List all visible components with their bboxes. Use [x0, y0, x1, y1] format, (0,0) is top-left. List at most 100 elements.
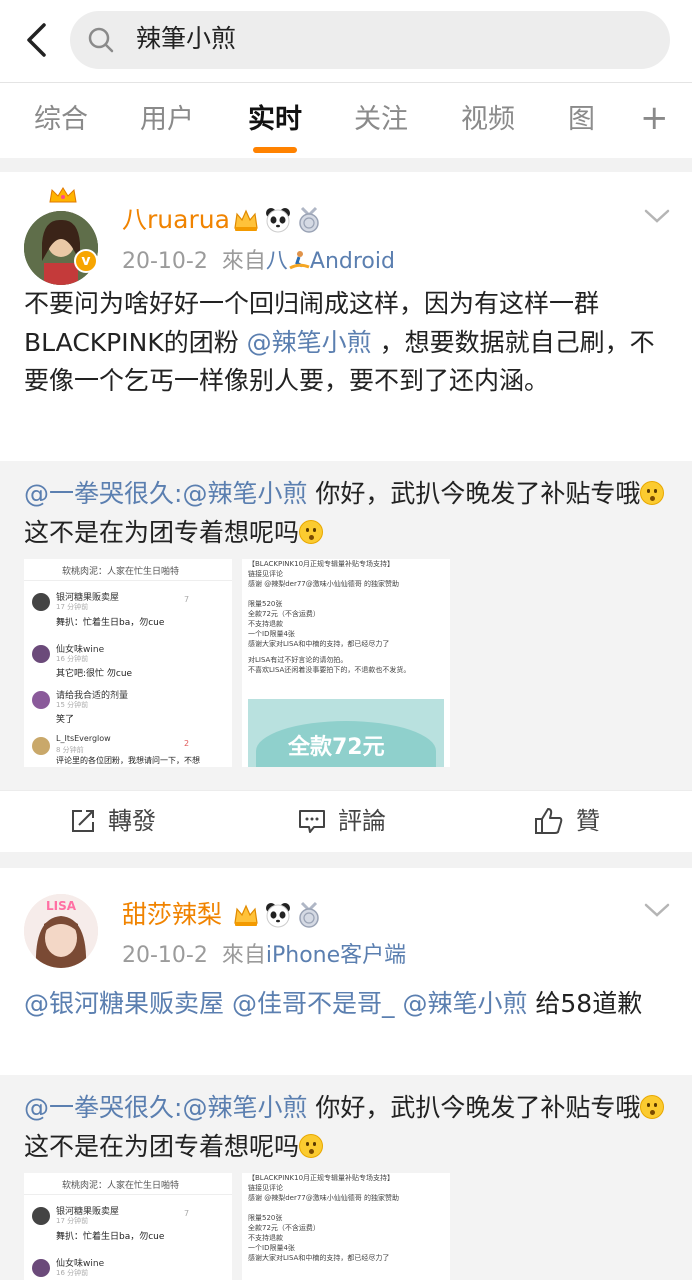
retweet-block[interactable]: @一拳哭很久:@辣笔小煎 你好，武扒今晚发了补贴专哦这不是在为团专着想呢吗 软桃… — [0, 461, 692, 790]
thumb-line: 感谢大家对LISA和中楠的支持，都已经尽力了 — [248, 640, 390, 648]
comment-time: 8 分钟前 — [56, 746, 84, 754]
banner-text: 全款72元 — [288, 735, 385, 760]
post-source[interactable]: Android — [310, 249, 395, 274]
comment-likes: 2 — [184, 739, 190, 748]
comment-time: 16 分钟前 — [56, 655, 89, 663]
repost-label: 轉發 — [108, 807, 156, 835]
username[interactable]: 八ruarua — [122, 204, 230, 236]
post-card: v 八ruarua 20-10-2 來自八 Android 不要问为啥好好一个回归… — [0, 172, 692, 852]
svg-text:LISA: LISA — [46, 899, 77, 913]
back-arrow-icon[interactable] — [18, 20, 58, 60]
like-label: 贊 — [576, 807, 600, 835]
repost-button[interactable]: 轉發 — [70, 806, 156, 836]
retweet-text-b: 这不是在为团专着想呢吗 — [24, 517, 300, 547]
thumb-header: 软桃肉泥：人家在忙生日啪特 — [24, 1173, 232, 1195]
thumb-comment: 仙女味wine 16 分钟前 其它吧:很忙 勿cue — [24, 639, 232, 683]
mention-link[interactable]: @辣笔小煎 — [247, 328, 372, 357]
surprised-emoji-icon — [640, 481, 665, 505]
tab-realtime[interactable]: 实时 — [248, 103, 302, 137]
thumb-line: 不支持退款 — [248, 620, 283, 628]
thumb-line: 感谢 @辣梨der77@激味小仙仙德哥 的独家赞助 — [248, 1194, 399, 1202]
tab-follow[interactable]: 关注 — [354, 103, 408, 137]
image-thumbnail[interactable]: 软桃肉泥：人家在忙生日啪特 银河糖果贩卖屋 17 分钟前 舞扒：忙着生日ba，勿… — [24, 559, 232, 767]
image-thumbnail[interactable]: 【BLACKPINK10月正规专辑量补贴专场支持】 链接见评论 感谢 @辣梨de… — [242, 559, 450, 767]
retweet-block[interactable]: @一拳哭很久:@辣笔小煎 你好，武扒今晚发了补贴专哦这不是在为团专着想呢吗 软桃… — [0, 1075, 692, 1280]
medal-icon — [299, 901, 319, 928]
thumb-line: 全款72元（不含运费） — [248, 610, 320, 618]
surprised-emoji-icon — [299, 519, 324, 544]
thumb-line: 不支持退款 — [248, 1234, 283, 1242]
comment-text: 笑了 — [56, 715, 75, 725]
action-bar: 轉發 評論 贊 — [0, 790, 692, 852]
surfer-icon — [289, 251, 310, 270]
vip-crown-icon — [234, 904, 258, 926]
thumb-comment: L_ItsEverglow 8 分钟前 评论里的各位团粉，我想请问一下，不想 2 — [24, 731, 232, 767]
retweet-author[interactable]: @一拳哭很久 — [24, 1093, 174, 1122]
avatar[interactable] — [24, 211, 98, 285]
thumb-header-text: 软桃肉泥：人家在忙生日啪特 — [62, 1181, 180, 1191]
thumb-line: 感谢 @辣梨der77@激味小仙仙德哥 的独家赞助 — [248, 580, 399, 588]
chevron-down-icon[interactable] — [644, 902, 670, 918]
username[interactable]: 甜莎辣梨 — [122, 899, 222, 931]
post-date: 20-10-2 — [122, 943, 208, 968]
thumb-line: 感谢大家对LISA和中楠的支持，都已经尽力了 — [248, 1254, 390, 1262]
tab-video[interactable]: 视频 — [461, 103, 515, 137]
thumb-line: 【BLACKPINK10月正规专辑量补贴专场支持】 — [248, 560, 395, 568]
comment-likes: 7 — [184, 595, 190, 604]
user-badges — [232, 206, 322, 234]
search-input[interactable]: 辣筆小煎 — [70, 11, 670, 69]
comment-text: 舞扒：忙着生日ba，勿cue — [56, 1232, 165, 1242]
panda-icon — [266, 208, 290, 233]
comment-avatar — [32, 593, 50, 611]
mention-link[interactable]: @辣笔小煎 — [402, 989, 527, 1018]
comment-avatar — [32, 737, 50, 755]
thumb-line: 限量520张 — [248, 1214, 283, 1222]
add-tab-icon[interactable]: + — [640, 101, 669, 135]
chevron-down-icon[interactable] — [644, 208, 670, 224]
post-text: 不要问为啥好好一个回归闹成这样，因为有这样一群BLACKPINK的团粉 @辣笔小… — [24, 285, 670, 445]
user-badges — [232, 901, 322, 929]
top-bar: 辣筆小煎 — [0, 0, 692, 82]
tab-all[interactable]: 综合 — [34, 103, 88, 137]
surprised-emoji-icon — [640, 1095, 665, 1119]
retweet-author[interactable]: @一拳哭很久 — [24, 479, 174, 508]
thumb-lines: 【BLACKPINK10月正规专辑量补贴专场支持】 链接见评论 感谢 @辣梨de… — [248, 559, 448, 675]
like-button[interactable]: 贊 — [534, 806, 600, 836]
retweet-mention[interactable]: :@辣笔小煎 — [174, 479, 307, 508]
thumb-line: 不喜欢LISA还闲着没事要拍下的，不退款也不发货。 — [248, 666, 411, 674]
medal-icon — [299, 206, 319, 233]
thumbs-up-icon — [535, 808, 563, 834]
thumb-header-text: 软桃肉泥：人家在忙生日啪特 — [62, 567, 180, 577]
verified-badge-icon: v — [74, 249, 98, 273]
comment-label: 評論 — [338, 807, 386, 835]
avatar[interactable]: LISA — [24, 894, 98, 968]
thumb-line: 一个ID限量4张 — [248, 630, 295, 638]
comment-time: 15 分钟前 — [56, 701, 89, 709]
thumb-banner: 全款72元 — [248, 699, 444, 767]
retweet-mention[interactable]: :@辣笔小煎 — [174, 1093, 307, 1122]
repost-icon — [72, 810, 94, 832]
retweet-text: @一拳哭很久:@辣笔小煎 你好，武扒今晚发了补贴专哦这不是在为团专着想呢吗 — [24, 475, 670, 552]
thumb-lines: 【BLACKPINK10月正规专辑量补贴专场支持】 链接见评论 感谢 @辣梨de… — [248, 1173, 448, 1263]
post-date: 20-10-2 — [122, 249, 208, 274]
comment-button[interactable]: 評論 — [298, 806, 386, 836]
comment-text: 其它吧:很忙 勿cue — [56, 669, 133, 679]
comment-avatar — [32, 1207, 50, 1225]
panda-icon — [266, 903, 290, 928]
retweet-text-a: 你好，武扒今晚发了补贴专哦 — [307, 479, 641, 508]
tab-users[interactable]: 用户 — [140, 103, 194, 137]
mention-link[interactable]: @佳哥不是哥_ — [232, 989, 395, 1018]
tab-fade — [590, 93, 640, 149]
post-text-tail: 给58道歉 — [527, 989, 643, 1018]
post-meta: 20-10-2 來自八 Android — [122, 248, 395, 276]
mention-link[interactable]: @银河糖果贩卖屋 — [24, 989, 224, 1018]
thumb-line: 链接见评论 — [248, 570, 283, 578]
thumb-comment: 银河糖果贩卖屋 17 分钟前 舞扒：忙着生日ba，勿cue 7 — [24, 1201, 232, 1249]
image-thumbnail[interactable]: 【BLACKPINK10月正规专辑量补贴专场支持】 链接见评论 感谢 @辣梨de… — [242, 1173, 450, 1280]
thumb-line: 对LISA有过不好言论的请勿拍。 — [248, 656, 348, 664]
image-thumbnail[interactable]: 软桃肉泥：人家在忙生日啪特 银河糖果贩卖屋 17 分钟前 舞扒：忙着生日ba，勿… — [24, 1173, 232, 1280]
comment-icon — [299, 810, 325, 833]
thumb-comment: 仙女味wine 16 分钟前 — [24, 1253, 232, 1280]
post-source[interactable]: iPhone客户端 — [266, 943, 406, 968]
post-card: LISA 甜莎辣梨 20-10-2 來自iPhone客户端 @银河糖果贩卖屋 @… — [0, 868, 692, 1280]
